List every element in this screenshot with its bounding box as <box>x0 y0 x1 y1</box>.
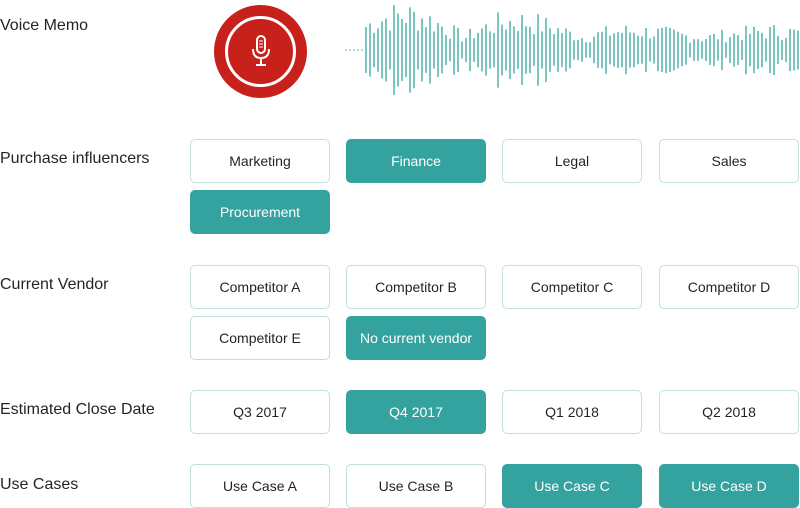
option-procurement[interactable]: Procurement <box>190 190 330 234</box>
option-competitor-c[interactable]: Competitor C <box>502 265 642 309</box>
option-q1-2018[interactable]: Q1 2018 <box>502 390 642 434</box>
record-button-ring <box>225 16 296 87</box>
option-competitor-a[interactable]: Competitor A <box>190 265 330 309</box>
option-marketing[interactable]: Marketing <box>190 139 330 183</box>
option-q2-2018[interactable]: Q2 2018 <box>659 390 799 434</box>
option-competitor-e[interactable]: Competitor E <box>190 316 330 360</box>
option-use-case-a[interactable]: Use Case A <box>190 464 330 508</box>
option-q4-2017[interactable]: Q4 2017 <box>346 390 486 434</box>
option-use-case-b[interactable]: Use Case B <box>346 464 486 508</box>
use-cases-label: Use Cases <box>0 476 79 493</box>
option-competitor-d[interactable]: Competitor D <box>659 265 799 309</box>
option-q3-2017[interactable]: Q3 2017 <box>190 390 330 434</box>
option-use-case-d[interactable]: Use Case D <box>659 464 799 508</box>
option-finance[interactable]: Finance <box>346 139 486 183</box>
purchase-influencers-label: Purchase influencers <box>0 150 150 167</box>
audio-waveform <box>345 5 799 95</box>
option-no-current-vendor[interactable]: No current vendor <box>346 316 486 360</box>
option-use-case-c[interactable]: Use Case C <box>502 464 642 508</box>
option-sales[interactable]: Sales <box>659 139 799 183</box>
record-button[interactable] <box>214 5 307 98</box>
option-competitor-b[interactable]: Competitor B <box>346 265 486 309</box>
voice-memo-label: Voice Memo <box>0 17 89 34</box>
estimated-close-date-label: Estimated Close Date <box>0 401 155 418</box>
microphone-icon <box>251 34 270 66</box>
current-vendor-label: Current Vendor <box>0 276 109 293</box>
option-legal[interactable]: Legal <box>502 139 642 183</box>
